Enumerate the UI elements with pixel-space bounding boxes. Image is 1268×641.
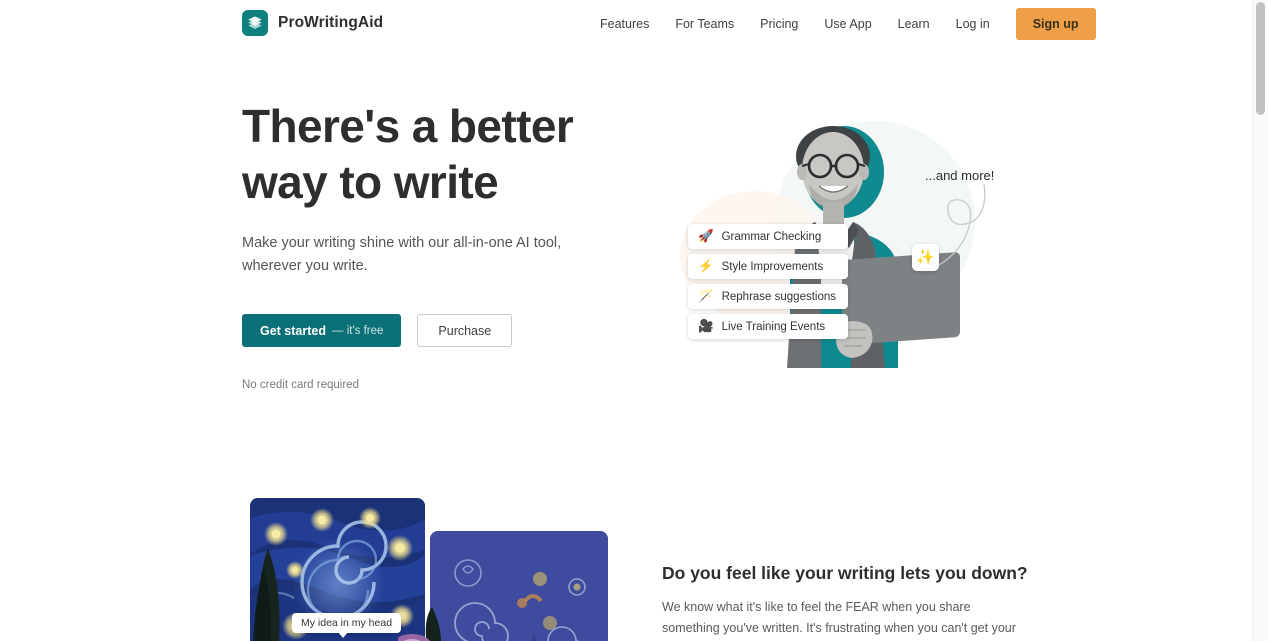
rocket-icon: 🚀: [698, 229, 714, 244]
hero-illustration: ...and more! ✨ 🚀 Grammar Checking ⚡ Styl…: [660, 96, 1030, 396]
nav-item-log-in[interactable]: Log in: [943, 0, 1003, 48]
sign-up-button[interactable]: Sign up: [1015, 8, 1096, 40]
feature-card-grammar-checking[interactable]: 🚀 Grammar Checking: [688, 224, 849, 249]
purchase-button[interactable]: Purchase: [417, 314, 513, 347]
lower-illustration: My idea in my head: [250, 498, 630, 641]
idea-chip-label: My idea in my head: [292, 613, 402, 638]
brand-logo-link[interactable]: ProWritingAid: [242, 10, 383, 36]
nav-item-pricing[interactable]: Pricing: [747, 0, 811, 48]
get-started-button[interactable]: Get started — it's free: [242, 314, 402, 347]
feature-card-style-improvements[interactable]: ⚡ Style Improvements: [688, 254, 849, 279]
sparkle-icon: ✨: [912, 244, 939, 271]
brand-name: ProWritingAid: [278, 14, 384, 31]
page-scrollbar[interactable]: [1252, 0, 1268, 641]
hero-title-line2: way to write: [242, 156, 499, 208]
no-credit-card-note: No credit card required: [242, 379, 359, 391]
feature-card-live-training-events[interactable]: 🎥 Live Training Events: [688, 314, 849, 339]
feature-card-label: Style Improvements: [721, 260, 824, 273]
nav-item-learn[interactable]: Learn: [885, 0, 943, 48]
scrollbar-thumb[interactable]: [1256, 2, 1265, 115]
get-started-subtext: — it's free: [332, 324, 384, 337]
main-navigation: Features For Teams Pricing Use App Learn…: [600, 0, 1096, 48]
hero-actions: Get started — it's free Purchase: [242, 314, 602, 347]
nav-item-use-app[interactable]: Use App: [811, 0, 884, 48]
feature-card-label: Live Training Events: [721, 320, 826, 333]
lower-copy: Do you feel like your writing lets you d…: [662, 560, 1028, 641]
magic-wand-icon: 🪄: [698, 289, 714, 304]
hero-copy: There's a better way to write Make your …: [242, 98, 602, 391]
site-header: ProWritingAid Features For Teams Pricing…: [0, 0, 1252, 48]
hero-subtitle: Make your writing shine with our all-in-…: [242, 235, 562, 274]
foreground-shapes: [398, 607, 441, 641]
feature-cards-list: 🚀 Grammar Checking ⚡ Style Improvements …: [688, 224, 849, 339]
feature-card-label: Rephrase suggestions: [721, 290, 837, 303]
hero-title-line1: There's a better: [242, 100, 574, 152]
and-more-label: ...and more!: [925, 168, 995, 183]
movie-camera-icon: 🎥: [698, 319, 714, 334]
lightning-icon: ⚡: [698, 259, 714, 274]
lower-section-body: We know what it's like to feel the FEAR …: [662, 597, 1018, 641]
page-root: ProWritingAid Features For Teams Pricing…: [0, 0, 1268, 641]
book-check-logo-icon: [242, 10, 268, 36]
hero-title: There's a better way to write: [242, 98, 602, 210]
lower-section-title: Do you feel like your writing lets you d…: [662, 563, 1028, 583]
get-started-label: Get started: [260, 323, 326, 338]
nav-item-for-teams[interactable]: For Teams: [662, 0, 747, 48]
feature-card-rephrase-suggestions[interactable]: 🪄 Rephrase suggestions: [688, 284, 849, 309]
feature-card-label: Grammar Checking: [721, 230, 822, 243]
nav-item-features[interactable]: Features: [600, 0, 662, 48]
